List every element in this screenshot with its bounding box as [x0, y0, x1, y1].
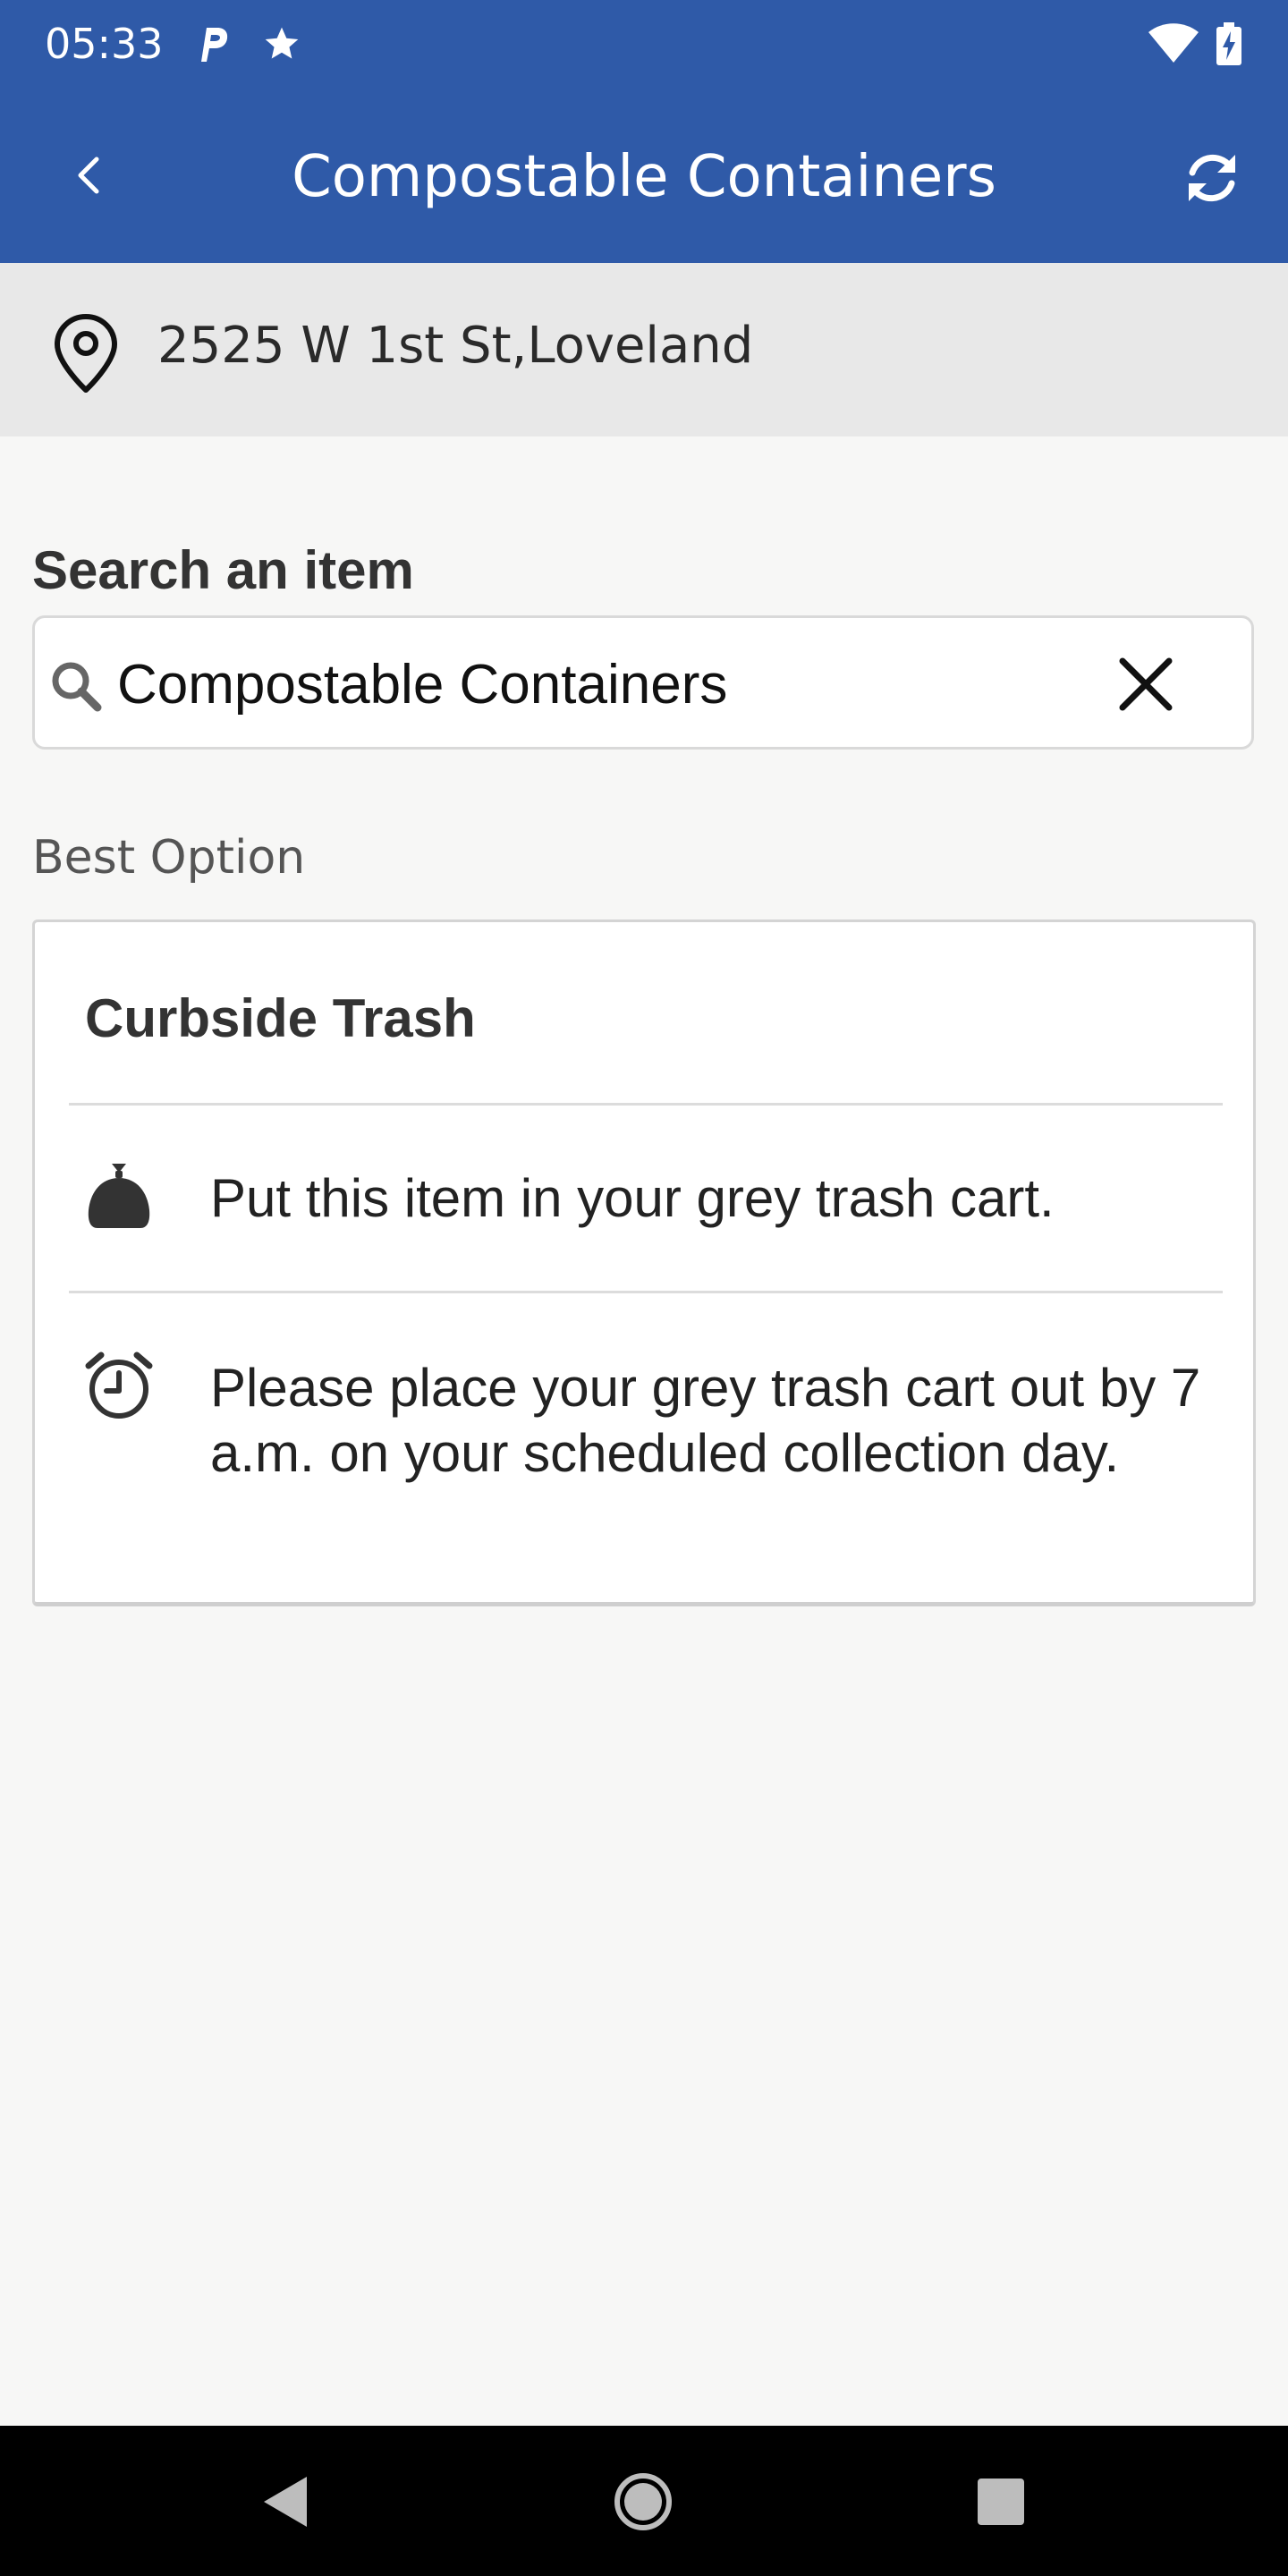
clear-search-button[interactable] [1108, 647, 1183, 722]
chevron-left-icon [78, 157, 99, 194]
nav-back-button[interactable] [245, 2462, 326, 2542]
star-icon [259, 21, 304, 66]
collection-instruction: Please place your grey trash cart out by… [210, 1358, 1201, 1483]
search-input[interactable] [117, 645, 1047, 724]
system-nav-bar [0, 2426, 1288, 2576]
location-pin-icon [55, 314, 117, 393]
status-bar: 05:33 [0, 0, 1288, 88]
back-triangle-icon [264, 2477, 307, 2527]
wifi-icon [1147, 21, 1200, 66]
best-option-card: Curbside Trash Put this item in your gre… [32, 919, 1256, 1606]
divider [69, 1291, 1223, 1293]
search-label: Search an item [32, 540, 414, 600]
close-icon [1119, 657, 1173, 711]
disposal-instruction: Put this item in your grey trash cart. [210, 1168, 1055, 1228]
divider [69, 1103, 1223, 1106]
search-icon [52, 662, 102, 712]
best-option-label: Best Option [32, 831, 306, 885]
page-title: Compostable Containers [292, 144, 996, 210]
refresh-button[interactable] [1172, 138, 1252, 218]
trash-bag-icon [88, 1164, 150, 1228]
battery-charging-icon [1211, 21, 1247, 66]
search-box[interactable] [32, 615, 1254, 750]
status-time: 05:33 [45, 20, 164, 68]
nav-home-button[interactable] [603, 2462, 683, 2542]
nav-recents-button[interactable] [961, 2462, 1041, 2542]
refresh-icon [1189, 154, 1235, 202]
location-address: 2525 W 1st St,Loveland [157, 317, 754, 375]
location-bar[interactable]: 2525 W 1st St,Loveland [0, 263, 1288, 436]
alarm-clock-icon [85, 1352, 153, 1419]
recents-square-icon [978, 2479, 1024, 2525]
parking-icon [190, 21, 234, 66]
card-title: Curbside Trash [85, 988, 476, 1048]
back-button[interactable] [54, 140, 125, 211]
app-bar: Compostable Containers [0, 88, 1288, 263]
home-circle-icon [614, 2473, 672, 2530]
